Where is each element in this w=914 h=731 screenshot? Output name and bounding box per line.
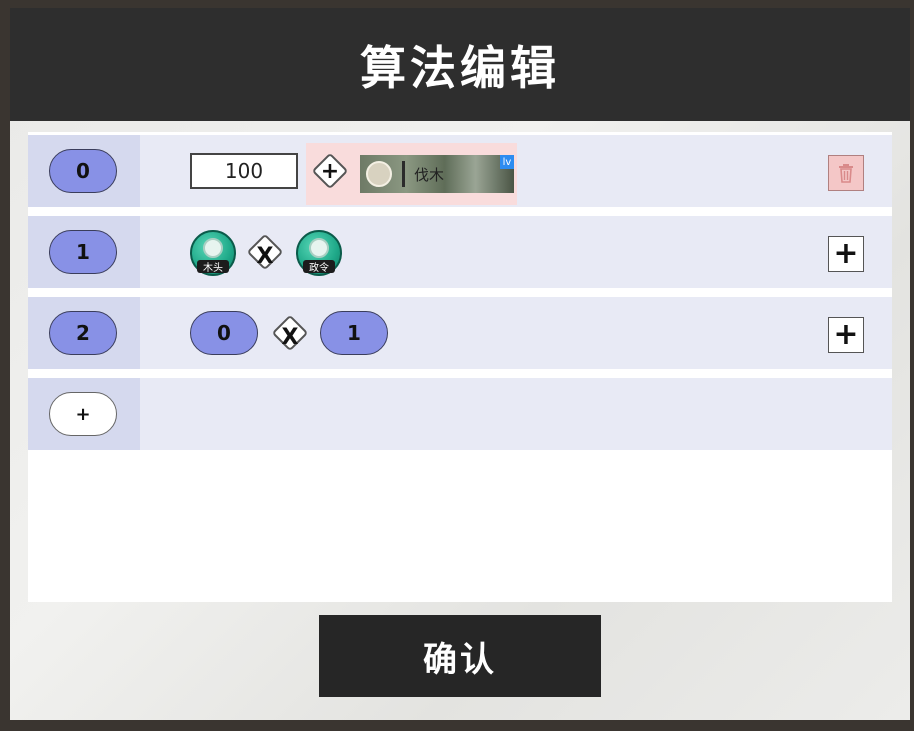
dialog-title: 算法编辑 bbox=[360, 40, 560, 95]
add-operand-button[interactable]: + bbox=[828, 236, 864, 272]
formula-row-2: 2 0 X 1 + bbox=[28, 297, 892, 369]
wood-log-icon bbox=[203, 238, 223, 258]
row-reference-pill[interactable]: 0 bbox=[190, 311, 258, 355]
add-operand-button[interactable]: + bbox=[828, 317, 864, 353]
row-index-cell: 1 bbox=[28, 216, 140, 288]
formula-list: 0 100 + 伐木 lv 1 木头 X 政令 + 2 0 X 1 + + bbox=[28, 132, 892, 602]
operator-plus[interactable]: + bbox=[311, 152, 349, 190]
constant-value-input[interactable]: 100 bbox=[190, 153, 298, 189]
row-index-pill[interactable]: 1 bbox=[49, 230, 117, 274]
delete-row-button[interactable] bbox=[828, 155, 864, 191]
row-index-cell: 2 bbox=[28, 297, 140, 369]
resource-label: 政令 bbox=[303, 260, 335, 274]
decree-resource-icon[interactable]: 政令 bbox=[296, 230, 342, 276]
source-name: 伐木 bbox=[414, 166, 445, 184]
dialog-header: 算法编辑 bbox=[10, 8, 910, 121]
row-reference-pill[interactable]: 1 bbox=[320, 311, 388, 355]
add-formula-row: + bbox=[28, 378, 892, 450]
confirm-button[interactable]: 确认 bbox=[319, 615, 601, 697]
trash-icon bbox=[839, 164, 853, 183]
operator-multiply[interactable]: X bbox=[246, 237, 284, 275]
add-row-button[interactable]: + bbox=[49, 392, 117, 436]
formula-row-0: 0 100 + 伐木 lv bbox=[28, 135, 892, 207]
row-index-pill[interactable]: 2 bbox=[49, 311, 117, 355]
operator-multiply[interactable]: X bbox=[271, 318, 309, 356]
algorithm-edit-dialog: 算法编辑 0 100 + 伐木 lv 1 木头 X 政令 + 2 0 X 1 +… bbox=[10, 8, 910, 720]
wood-resource-icon[interactable]: 木头 bbox=[190, 230, 236, 276]
row-index-pill[interactable]: 0 bbox=[49, 149, 117, 193]
wood-log-icon bbox=[309, 238, 329, 258]
thumbnail-divider bbox=[402, 161, 405, 187]
row-index-cell: 0 bbox=[28, 135, 140, 207]
formula-row-1: 1 木头 X 政令 + bbox=[28, 216, 892, 288]
resource-label: 木头 bbox=[197, 260, 229, 274]
logging-source-thumbnail[interactable]: 伐木 lv bbox=[360, 155, 514, 193]
wood-log-icon bbox=[366, 161, 392, 187]
level-badge: lv bbox=[500, 155, 514, 169]
row-index-cell: + bbox=[28, 378, 140, 450]
